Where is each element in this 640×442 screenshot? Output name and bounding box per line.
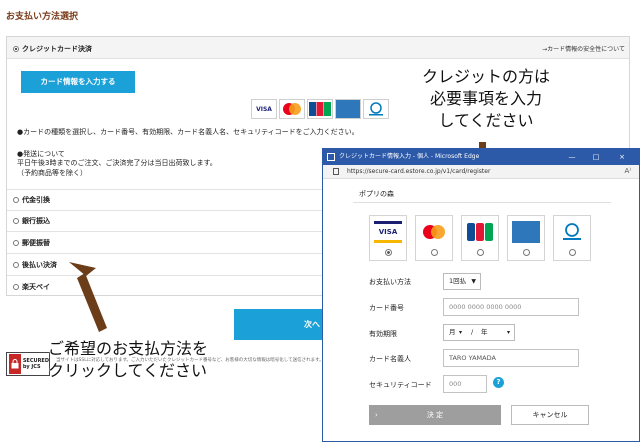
instruction-top-line1: クレジットの方は — [421, 67, 550, 86]
brand-diners[interactable] — [553, 215, 591, 261]
card-number-label: カード番号 — [369, 304, 404, 312]
holder-label: カード名義人 — [369, 355, 411, 363]
brand-jcb[interactable] — [461, 215, 499, 261]
expiry-year: 年 — [481, 328, 488, 336]
instruction-top: クレジットの方は 必要事項を入力 してください — [398, 66, 574, 132]
page-icon — [327, 153, 335, 161]
window-title: クレジットカード情報入力 - 個人 - Microsoft Edge — [339, 153, 480, 160]
brand-mastercard-radio[interactable] — [431, 249, 438, 256]
url-text[interactable]: https://secure-card.estore.co.jp/v1/card… — [347, 168, 490, 175]
amex-logo-icon — [512, 221, 540, 243]
shop-name: ポプリの森 — [359, 190, 394, 198]
brand-mastercard[interactable] — [415, 215, 453, 261]
chevron-right-icon: › — [375, 411, 378, 419]
jcb-logo-icon — [466, 221, 494, 243]
reader-icon[interactable]: A⁾ — [624, 167, 631, 175]
submit-label: 決 定 — [426, 411, 444, 419]
brand-visa[interactable]: VISA — [369, 215, 407, 261]
security-code-input[interactable]: 000 — [443, 375, 487, 393]
divider — [353, 202, 611, 203]
instruction-bottom-line1: ご希望のお支払方法を — [48, 339, 209, 358]
cancel-button[interactable]: キャンセル — [511, 405, 589, 425]
instruction-bottom: ご希望のお支払方法を クリックしてください — [48, 338, 208, 382]
installment-select[interactable]: 1回払 ▼ — [443, 273, 481, 290]
help-icon[interactable]: ? — [493, 377, 504, 388]
brand-amex[interactable] — [507, 215, 545, 261]
chevron-down-icon: ▼ — [471, 278, 476, 285]
diners-logo-icon — [558, 221, 586, 243]
brand-visa-radio[interactable] — [385, 249, 392, 256]
card-entry-window: クレジットカード情報入力 - 個人 - Microsoft Edge — □ ×… — [322, 148, 640, 442]
lock-icon — [333, 168, 339, 175]
minimize-icon[interactable]: — — [561, 149, 583, 165]
chevron-down-icon: ▾ — [506, 329, 510, 336]
address-bar[interactable]: https://secure-card.estore.co.jp/v1/card… — [323, 165, 639, 179]
expiry-label: 有効期限 — [369, 330, 397, 338]
payment-label: お支払い方法 — [369, 278, 411, 286]
card-number-input[interactable]: 0000 0000 0000 0000 — [443, 298, 579, 316]
expiry-select[interactable]: 月 ▾ / 年 ▾ — [443, 324, 515, 341]
expiry-separator: / — [471, 328, 474, 336]
security-code-label: セキュリティコード — [369, 381, 432, 389]
brand-diners-radio[interactable] — [569, 249, 576, 256]
expiry-month: 月 — [449, 328, 456, 336]
close-icon[interactable]: × — [611, 149, 633, 165]
arrow-up-icon — [69, 262, 107, 332]
brand-jcb-radio[interactable] — [477, 249, 484, 256]
maximize-icon[interactable]: □ — [585, 149, 607, 165]
chevron-down-icon: ▾ — [459, 329, 463, 336]
submit-button[interactable]: › 決 定 — [369, 405, 501, 425]
instruction-top-line2: 必要事項を入力 — [429, 89, 542, 108]
instruction-bottom-line2: クリックしてください — [48, 361, 208, 380]
mastercard-logo-icon — [420, 221, 448, 243]
visa-logo-icon: VISA — [374, 221, 402, 243]
instruction-top-line3: してください — [438, 111, 534, 130]
installment-value: 1回払 — [449, 277, 467, 285]
brand-amex-radio[interactable] — [523, 249, 530, 256]
card-holder-input[interactable]: TARO YAMADA — [443, 349, 579, 367]
